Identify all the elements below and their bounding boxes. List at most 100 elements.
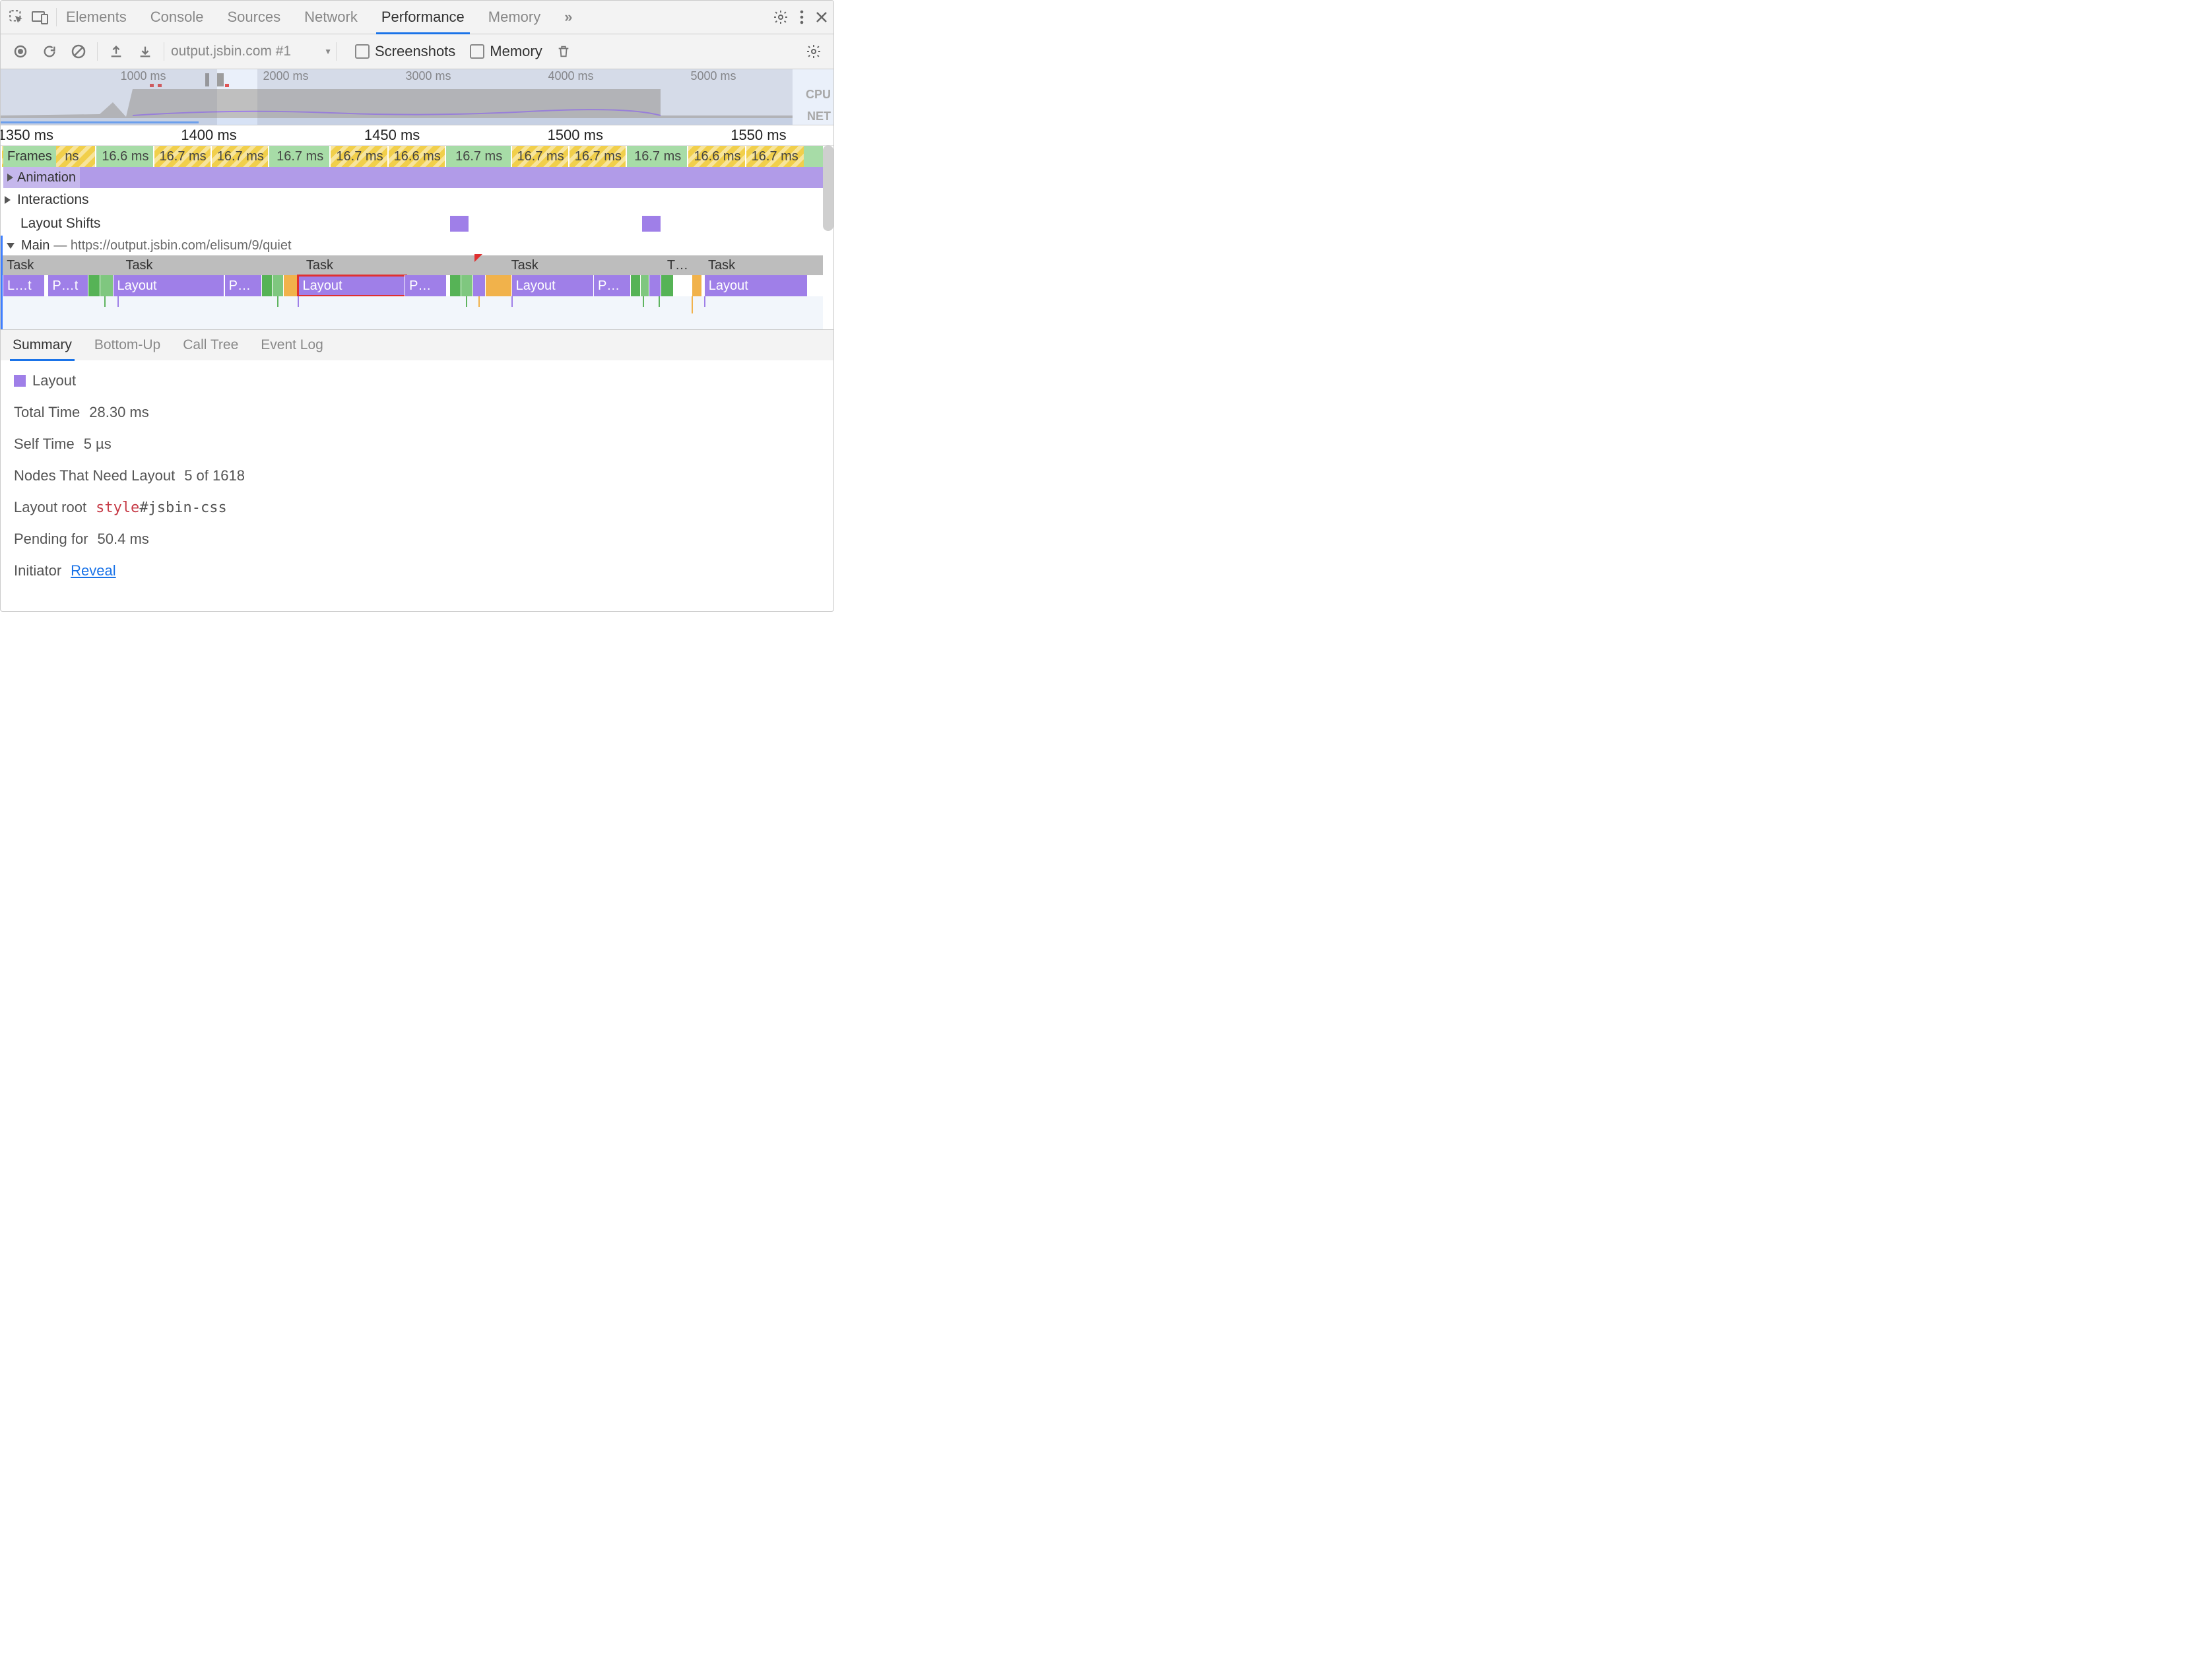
frame-segment[interactable]: 16.7 ms — [511, 146, 569, 167]
divider — [56, 8, 57, 26]
frames-track-label: Frames — [3, 146, 56, 167]
performance-toolbar: output.jsbin.com #1 ▼ Screenshots Memory — [1, 34, 833, 69]
overview-mask-left — [1, 69, 217, 125]
upload-icon[interactable] — [107, 44, 125, 59]
row-val: 5 of 1618 — [184, 467, 245, 484]
screenshots-checkbox[interactable] — [355, 44, 370, 59]
task[interactable]: Task — [7, 255, 34, 275]
frames-track[interactable]: ns 16.6 ms 16.7 ms 16.7 ms 16.7 ms 16.7 … — [1, 146, 833, 167]
main-thread-header[interactable]: Main — https://output.jsbin.com/elisum/9… — [1, 236, 833, 255]
tab-performance[interactable]: Performance — [380, 1, 466, 34]
tab-sources[interactable]: Sources — [226, 1, 282, 34]
row-key: Initiator — [14, 562, 61, 579]
expand-icon[interactable] — [5, 196, 11, 204]
expand-icon[interactable] — [7, 174, 13, 181]
inspect-icon[interactable] — [5, 9, 28, 26]
interactions-label: Interactions — [17, 192, 89, 208]
frame-segment[interactable]: 16.7 ms — [329, 146, 388, 167]
flame-slice[interactable] — [661, 275, 673, 296]
task[interactable]: Task — [511, 255, 538, 275]
frame-segment[interactable]: 16.7 ms — [153, 146, 212, 167]
frame-segment[interactable]: 16.7 ms — [268, 146, 331, 167]
frame-segment[interactable]: 16.7 ms — [745, 146, 804, 167]
frame-segment[interactable]: 16.6 ms — [95, 146, 154, 167]
flame-subrow — [1, 296, 823, 329]
task[interactable]: Task — [125, 255, 152, 275]
memory-checkbox[interactable] — [470, 44, 484, 59]
overview-axis-labels: CPU NET — [794, 69, 832, 125]
reload-record-button[interactable] — [40, 44, 59, 59]
collapse-icon[interactable] — [7, 243, 15, 249]
frame-segment[interactable]: 16.7 ms — [445, 146, 512, 167]
r2-tick: 1400 ms — [181, 127, 236, 144]
flame-paint[interactable]: P… — [224, 275, 262, 296]
download-icon[interactable] — [136, 44, 154, 59]
r2-tick: 1350 ms — [0, 127, 53, 144]
details-tabbar: Summary Bottom-Up Call Tree Event Log — [1, 329, 833, 360]
tab-summary[interactable]: Summary — [11, 330, 73, 360]
frame-segment[interactable]: 16.6 ms — [687, 146, 746, 167]
animation-track[interactable]: Animation — [1, 167, 823, 188]
divider — [336, 42, 337, 61]
device-toggle-icon[interactable] — [28, 10, 52, 24]
row-key: Self Time — [14, 436, 75, 453]
frame-segment[interactable]: 16.7 ms — [568, 146, 627, 167]
tab-memory[interactable]: Memory — [487, 1, 542, 34]
frame-segment[interactable]: 16.7 ms — [626, 146, 688, 167]
row-val: 5 µs — [84, 436, 112, 453]
settings-icon[interactable] — [773, 9, 789, 25]
overview-mask-right — [257, 69, 793, 125]
tab-event-log[interactable]: Event Log — [259, 330, 325, 360]
tab-bottom-up[interactable]: Bottom-Up — [93, 330, 162, 360]
net-axis-label: NET — [794, 110, 831, 123]
flame-row[interactable]: L…t P…t Layout P… Layout P… Layout P… La… — [1, 275, 823, 296]
interactions-track[interactable]: Interactions — [1, 188, 833, 212]
flame-slice[interactable] — [485, 275, 513, 296]
flame-chart-area[interactable]: 1350 ms 1400 ms 1450 ms 1500 ms 1550 ms … — [1, 125, 833, 329]
main-url: https://output.jsbin.com/elisum/9/quiet — [71, 238, 292, 253]
clear-button[interactable] — [69, 44, 88, 59]
task[interactable]: Task — [708, 255, 735, 275]
capture-settings-icon[interactable] — [804, 44, 823, 59]
kebab-menu-icon[interactable] — [799, 10, 804, 24]
frame-segment[interactable]: 16.6 ms — [387, 146, 446, 167]
flame-paint[interactable]: P… — [405, 275, 446, 296]
tab-call-tree[interactable]: Call Tree — [181, 330, 240, 360]
tab-console[interactable]: Console — [149, 1, 205, 34]
row-key: Pending for — [14, 531, 88, 548]
flame-layout[interactable]: L…t — [3, 275, 44, 296]
close-icon[interactable] — [815, 11, 828, 24]
tab-network[interactable]: Network — [303, 1, 359, 34]
tasks-row[interactable]: Task Task Task Task T… Task — [1, 255, 823, 275]
overview-minimap[interactable]: 1000 ms 2000 ms 3000 ms 4000 ms 5000 ms … — [1, 69, 833, 125]
flame-paint[interactable]: P…t — [48, 275, 89, 296]
r2-tick: 1450 ms — [364, 127, 420, 144]
task[interactable]: T… — [667, 255, 688, 275]
flame-paint[interactable]: P… — [593, 275, 631, 296]
layout-shift-event[interactable] — [642, 216, 661, 232]
animation-label: Animation — [17, 170, 76, 185]
layout-shift-event[interactable] — [450, 216, 469, 232]
flame-layout[interactable]: Layout — [113, 275, 224, 296]
flame-layout[interactable]: Layout — [511, 275, 597, 296]
row-key: Total Time — [14, 404, 80, 421]
tab-overflow[interactable]: » — [563, 1, 573, 34]
row-val: 50.4 ms — [98, 531, 149, 548]
reveal-link[interactable]: Reveal — [71, 562, 115, 579]
frame-segment[interactable]: 16.7 ms — [211, 146, 269, 167]
layout-shifts-track[interactable]: Layout Shifts — [1, 212, 833, 236]
flame-layout-selected[interactable]: Layout — [298, 275, 407, 296]
flame-layout[interactable]: Layout — [704, 275, 807, 296]
recording-select[interactable]: output.jsbin.com #1 ▼ — [171, 44, 332, 59]
recording-select-value: output.jsbin.com #1 — [171, 44, 291, 59]
row-key: Nodes That Need Layout — [14, 467, 175, 484]
flame-slice[interactable] — [692, 275, 701, 296]
main-label: Main — [21, 238, 49, 253]
task[interactable]: Task — [306, 255, 333, 275]
tab-elements[interactable]: Elements — [65, 1, 128, 34]
category-swatch-icon — [14, 375, 26, 387]
record-button[interactable] — [11, 44, 30, 59]
trash-icon[interactable] — [554, 44, 573, 59]
tab-list: Elements Console Sources Network Perform… — [65, 1, 574, 34]
timeline-ruler: 1350 ms 1400 ms 1450 ms 1500 ms 1550 ms — [1, 125, 833, 146]
